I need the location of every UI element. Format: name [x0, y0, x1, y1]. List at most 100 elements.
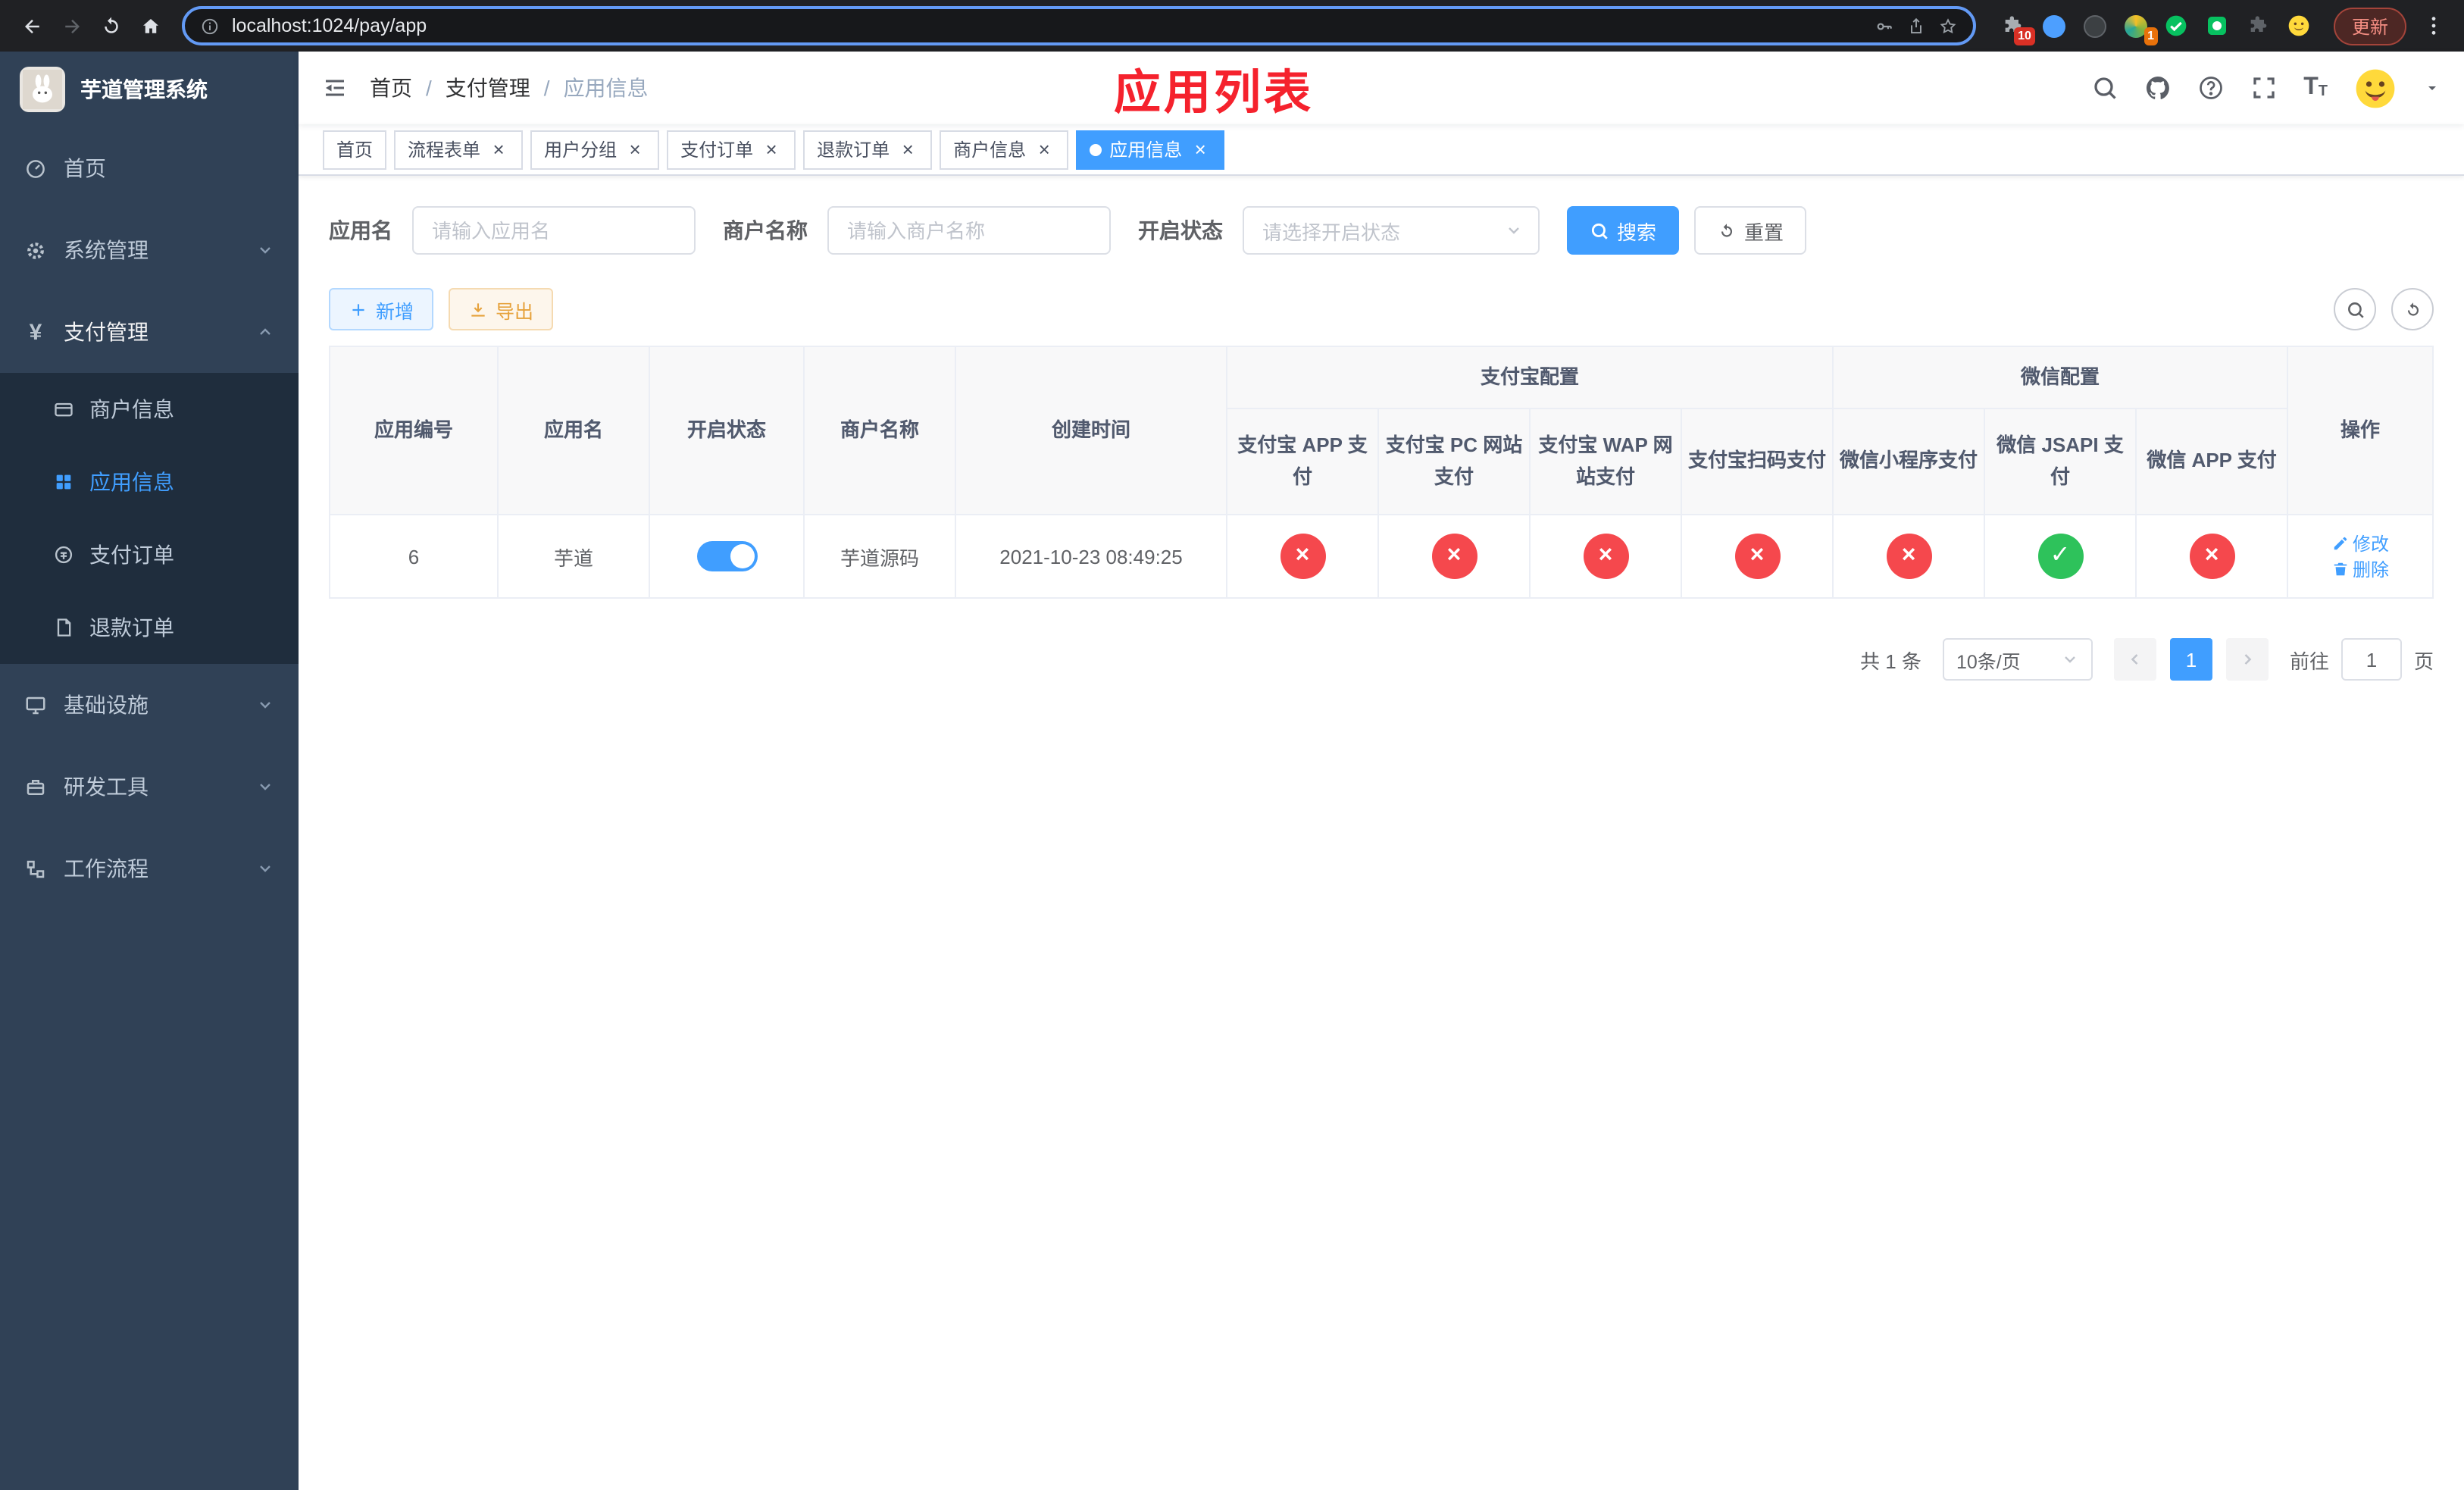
close-icon[interactable]: × [488, 139, 509, 160]
close-icon[interactable]: × [624, 139, 646, 160]
search-icon[interactable] [2091, 74, 2118, 102]
close-icon[interactable]: × [1190, 139, 1211, 160]
app-logo [20, 67, 65, 112]
sidebar-item-refund-orders[interactable]: 退款订单 [0, 591, 299, 664]
close-icon[interactable]: × [761, 139, 782, 160]
extension-green-check-icon[interactable] [2164, 13, 2190, 39]
url-text[interactable]: localhost:1024/pay/app [232, 15, 1862, 36]
site-info-icon[interactable] [200, 16, 220, 36]
tag-home[interactable]: 首页 [323, 130, 387, 169]
sidebar-item-label: 基础设施 [64, 693, 149, 717]
sidebar-item-infrastructure[interactable]: 基础设施 [0, 664, 299, 746]
sidebar-item-pay-orders[interactable]: 支付订单 [0, 518, 299, 591]
app-name-label: 应用名 [329, 218, 392, 243]
refresh-button[interactable] [2391, 288, 2434, 330]
extension-dark-puzzle-icon[interactable] [2246, 13, 2272, 39]
breadcrumb-current: 应用信息 [563, 76, 649, 100]
reset-button[interactable]: 重置 [1694, 206, 1807, 255]
address-bar[interactable]: localhost:1024/pay/app [182, 6, 1976, 45]
password-key-icon[interactable] [1875, 16, 1894, 36]
cell-app-name: 芋道 [497, 514, 650, 599]
sidebar-item-label: 工作流程 [64, 856, 149, 881]
home-icon[interactable] [130, 6, 170, 45]
sidebar-item-system[interactable]: 系统管理 [0, 209, 299, 291]
app-logo-row[interactable]: 芋道管理系统 [0, 52, 299, 127]
col-group-alipay: 支付宝配置 [1225, 346, 1834, 409]
app-name-input[interactable] [412, 206, 696, 255]
tag-pay-orders[interactable]: 支付订单 × [667, 130, 796, 169]
fullscreen-icon[interactable] [2250, 74, 2278, 102]
extension-blue-icon[interactable] [2041, 13, 2067, 39]
status-select-placeholder: 请选择开启状态 [1262, 221, 1401, 243]
wechat-lite-status-icon: × [1886, 534, 1932, 579]
grid-icon [53, 471, 74, 493]
chevron-down-icon [256, 778, 274, 796]
bookmark-star-icon[interactable] [1938, 16, 1958, 36]
extension-puzzle-icon[interactable]: 10 [2000, 13, 2035, 45]
prev-page-button[interactable] [2113, 638, 2156, 681]
col-alipay-app: 支付宝 APP 支付 [1226, 408, 1379, 515]
sidebar-item-merchant-info[interactable]: 商户信息 [0, 373, 299, 446]
tag-app-info[interactable]: 应用信息 × [1076, 130, 1225, 169]
sidebar-item-dev-tools[interactable]: 研发工具 [0, 746, 299, 828]
help-icon[interactable] [2197, 74, 2225, 102]
dashboard-icon [24, 157, 47, 180]
close-icon[interactable]: × [897, 139, 918, 160]
goto-page-input[interactable] [2340, 638, 2402, 681]
delete-button[interactable]: 删除 [2331, 556, 2389, 582]
cell-created-at: 2021-10-23 08:49:25 [955, 514, 1227, 599]
reload-icon[interactable] [91, 6, 130, 45]
card-icon [53, 399, 74, 420]
sidebar-item-label: 应用信息 [89, 470, 174, 494]
extension-dark-icon[interactable] [2082, 13, 2108, 39]
breadcrumb-home[interactable]: 首页 [370, 73, 412, 103]
sidebar-item-app-info[interactable]: 应用信息 [0, 446, 299, 518]
col-status: 开启状态 [649, 346, 805, 515]
extension-emoji-icon[interactable] [2287, 13, 2312, 39]
browser-chrome: localhost:1024/pay/app 10 1 更新 [0, 0, 2464, 52]
goto-suffix: 页 [2413, 650, 2434, 672]
sidebar-item-label: 支付管理 [64, 320, 149, 344]
navbar: 首页 / 支付管理 / 应用信息 应用列表 T T [299, 52, 2464, 124]
browser-update-button[interactable]: 更新 [2333, 7, 2406, 45]
caret-down-icon[interactable] [2423, 79, 2441, 97]
extension-colorful-icon[interactable]: 1 [2123, 13, 2158, 45]
font-size-icon[interactable]: TT [2303, 75, 2328, 100]
tag-user-group[interactable]: 用户分组 × [530, 130, 660, 169]
github-icon[interactable] [2144, 74, 2172, 102]
tag-label: 流程表单 [408, 139, 481, 161]
tag-process-form[interactable]: 流程表单 × [394, 130, 524, 169]
filter-form: 应用名 商户名称 开启状态 请选择开启状态 [329, 206, 2434, 255]
search-button[interactable]: 搜索 [1567, 206, 1680, 255]
merchant-name-label: 商户名称 [723, 218, 808, 243]
export-button[interactable]: 导出 [449, 288, 554, 330]
avatar[interactable] [2353, 66, 2397, 110]
next-page-button[interactable] [2225, 638, 2269, 681]
breadcrumb: 首页 / 支付管理 / 应用信息 [370, 73, 649, 103]
merchant-name-input[interactable] [827, 206, 1111, 255]
col-wechat-app: 微信 APP 支付 [2135, 408, 2289, 515]
tag-label: 应用信息 [1109, 139, 1183, 161]
close-icon[interactable]: × [1033, 139, 1055, 160]
breadcrumb-payment[interactable]: 支付管理 [446, 73, 530, 103]
status-label: 开启状态 [1138, 218, 1223, 243]
page-size-select[interactable]: 10条/页 [1942, 638, 2093, 681]
share-icon[interactable] [1906, 16, 1926, 36]
sidebar-fold-icon[interactable] [321, 74, 349, 102]
toggle-search-button[interactable] [2334, 288, 2376, 330]
sidebar-item-workflow[interactable]: 工作流程 [0, 828, 299, 909]
sidebar-item-home[interactable]: 首页 [0, 127, 299, 209]
back-icon[interactable] [12, 6, 52, 45]
status-toggle[interactable] [696, 541, 757, 571]
browser-menu-icon[interactable] [2416, 14, 2452, 38]
tags-view-bar: 首页 流程表单 × 用户分组 × 支付订单 × 退款订单 × 商户信息 × 应用… [299, 124, 2464, 176]
tag-refund-orders[interactable]: 退款订单 × [803, 130, 933, 169]
tag-merchant-info[interactable]: 商户信息 × [940, 130, 1069, 169]
page-number-button[interactable]: 1 [2169, 638, 2212, 681]
extension-chat-icon[interactable] [2205, 13, 2231, 39]
status-select[interactable]: 请选择开启状态 [1243, 206, 1540, 255]
edit-button[interactable]: 修改 [2331, 531, 2389, 556]
add-button[interactable]: 新增 [329, 288, 434, 330]
sidebar-item-payment[interactable]: ¥ 支付管理 [0, 291, 299, 373]
forward-icon[interactable] [52, 6, 91, 45]
